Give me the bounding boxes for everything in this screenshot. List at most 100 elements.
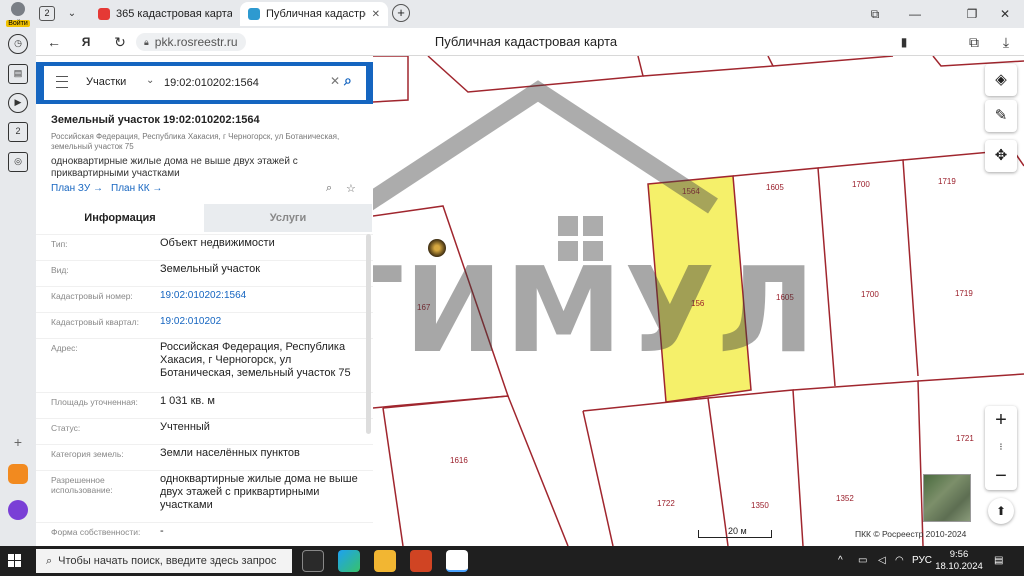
- screenshot-icon[interactable]: ◎: [8, 152, 28, 172]
- table-row: Категория земель: Земли населённых пункт…: [36, 444, 373, 470]
- zoom-to-object-icon[interactable]: ⌕: [326, 182, 332, 195]
- tab-information[interactable]: Информация: [36, 204, 204, 232]
- parcel-label-1719: 1719: [938, 177, 956, 186]
- edge-icon[interactable]: [338, 550, 360, 572]
- bookmarks-panel-icon[interactable]: ⧉: [865, 4, 885, 24]
- tab-kadastr-365[interactable]: 365 кадастровая карта п: [90, 2, 240, 26]
- search-input[interactable]: [164, 74, 324, 92]
- tab-services[interactable]: Услуги: [204, 204, 372, 232]
- favorite-star-icon[interactable]: ☆: [346, 182, 356, 195]
- table-row: Форма собственности: -: [36, 522, 373, 546]
- parcel-label-1352: 1352: [836, 494, 854, 503]
- chevron-down-icon[interactable]: ⌄: [62, 4, 82, 24]
- wifi-icon[interactable]: ◠: [895, 555, 904, 566]
- lock-icon: 🔒︎: [144, 36, 149, 47]
- table-row: Площадь уточненная: 1 031 кв. м: [36, 392, 373, 418]
- compass-icon[interactable]: ⬆: [988, 498, 1014, 524]
- panel-scrollbar[interactable]: [366, 234, 371, 434]
- plan-zu-link[interactable]: План ЗУ →: [51, 183, 103, 194]
- search-icon[interactable]: ⌕: [344, 72, 352, 89]
- cadastral-quarter-link[interactable]: 19:02:010202: [160, 315, 360, 328]
- powerpoint-icon[interactable]: [410, 550, 432, 572]
- layers-icon[interactable]: ◈: [985, 64, 1017, 96]
- close-icon[interactable]: ✕: [372, 9, 380, 20]
- table-row: Разрешенное использование: одноквартирны…: [36, 470, 373, 520]
- alice-icon[interactable]: [8, 500, 28, 520]
- zoom-out-button[interactable]: −: [985, 462, 1017, 490]
- taskbar: ⌕ Чтобы начать поиск, введите здесь запр…: [0, 546, 1024, 576]
- system-clock[interactable]: 9:56 18.10.2024: [935, 549, 983, 573]
- new-tab-button[interactable]: +: [392, 4, 410, 22]
- location-marker-icon[interactable]: [428, 239, 446, 257]
- zoom-control: + ⁝ −: [985, 406, 1017, 490]
- parcel-label-1350: 1350: [751, 501, 769, 510]
- cadastral-number-link[interactable]: 19:02:010202:1564: [160, 289, 360, 302]
- url-field[interactable]: 🔒︎ pkk.rosreestr.ru: [136, 33, 246, 51]
- info-panel: Участки ⌄ ✕ ⌕ ‹ Земельный участок 19:02:…: [36, 56, 373, 546]
- page-title: Публичная кадастровая карта: [434, 34, 618, 49]
- parcel-label-1722: 1722: [657, 499, 675, 508]
- avatar-icon: [11, 2, 25, 16]
- volume-icon[interactable]: ◁: [878, 555, 886, 566]
- object-usage: одноквартирные жилые дома не выше двух э…: [51, 156, 298, 179]
- plan-kk-link[interactable]: План КК →: [111, 183, 162, 194]
- table-row: Адрес: Российская Федерация, Республика …: [36, 338, 373, 390]
- yandex-icon[interactable]: Я: [76, 32, 96, 52]
- add-app-icon[interactable]: +: [8, 434, 28, 454]
- favicon-icon: [248, 8, 260, 20]
- parcel-label-1700-mid: 1700: [861, 290, 879, 299]
- zoom-in-button[interactable]: +: [985, 406, 1017, 434]
- tab-count-badge[interactable]: 2: [39, 6, 55, 21]
- close-window-button[interactable]: ✕: [995, 4, 1015, 24]
- yandex-browser-icon[interactable]: [446, 550, 468, 572]
- minimap-thumbnail[interactable]: [923, 474, 971, 522]
- chevron-down-icon[interactable]: ⌄: [146, 75, 154, 86]
- ruler-icon[interactable]: ✎: [985, 100, 1017, 132]
- clear-icon[interactable]: ✕: [330, 74, 340, 88]
- address-bar: ← Я ↻ 🔒︎ pkk.rosreestr.ru Публичная када…: [36, 28, 1024, 56]
- windows-start-icon[interactable]: [8, 554, 22, 568]
- parcel-label-1605: 1605: [766, 183, 784, 192]
- minimize-button[interactable]: —: [905, 4, 925, 24]
- parcel-label-1721: 1721: [956, 434, 974, 443]
- mail-app-icon[interactable]: [8, 464, 28, 484]
- profile-label: Войти: [6, 20, 30, 27]
- locate-icon[interactable]: ✥: [985, 140, 1017, 172]
- video-icon[interactable]: ▶: [8, 93, 28, 113]
- bookmark-icon[interactable]: ▮: [894, 32, 914, 52]
- history-icon[interactable]: ◷: [8, 34, 28, 54]
- parcel-label-1616: 1616: [450, 456, 468, 465]
- task-view-icon[interactable]: [302, 550, 324, 572]
- extensions-icon[interactable]: ⧉: [964, 32, 984, 52]
- file-explorer-icon[interactable]: [374, 550, 396, 572]
- tabs-counter-icon[interactable]: 2: [8, 122, 28, 142]
- collections-icon[interactable]: ▤: [8, 64, 28, 84]
- reload-icon[interactable]: ↻: [110, 32, 130, 52]
- browser-sidebar: Войти ◷ ▤ ▶ 2 ◎ +: [0, 0, 36, 546]
- back-icon[interactable]: ←: [44, 32, 64, 52]
- favicon-icon: [98, 8, 110, 20]
- parcel-label-1719-mid: 1719: [955, 289, 973, 298]
- notifications-icon[interactable]: ▤: [994, 555, 1003, 566]
- watermark-logo: СТИМУЛ: [373, 241, 818, 379]
- tab-pkk-active[interactable]: Публичная кадастрова ✕: [240, 2, 388, 26]
- table-row: Тип: Объект недвижимости: [36, 234, 373, 260]
- taskbar-search[interactable]: ⌕ Чтобы начать поиск, введите здесь запр…: [36, 549, 292, 573]
- object-address: Российская Федерация, Республика Хакасия…: [51, 132, 340, 151]
- table-row: Статус: Учтенный: [36, 418, 373, 444]
- tray-chevron-icon[interactable]: ^: [838, 555, 843, 566]
- parcel-label-1700: 1700: [852, 180, 870, 189]
- table-row: Кадастровый номер: 19:02:010202:1564: [36, 286, 373, 312]
- download-icon[interactable]: ⤓: [996, 32, 1016, 52]
- category-select[interactable]: Участки: [86, 76, 126, 88]
- profile-button[interactable]: Войти: [4, 2, 32, 27]
- search-icon: ⌕: [46, 554, 53, 567]
- search-box: Участки ⌄ ✕ ⌕: [44, 66, 366, 100]
- info-tabs: Информация Услуги: [36, 204, 373, 232]
- menu-icon[interactable]: [56, 76, 68, 88]
- table-row: Вид: Земельный участок: [36, 260, 373, 286]
- cadastral-map[interactable]: 1564 156 1605 1605 1700 1700 1719 1719 1…: [373, 56, 1024, 546]
- network-icon[interactable]: ▭: [858, 555, 867, 566]
- restore-button[interactable]: ❐: [962, 4, 982, 24]
- language-indicator[interactable]: РУС: [912, 555, 932, 566]
